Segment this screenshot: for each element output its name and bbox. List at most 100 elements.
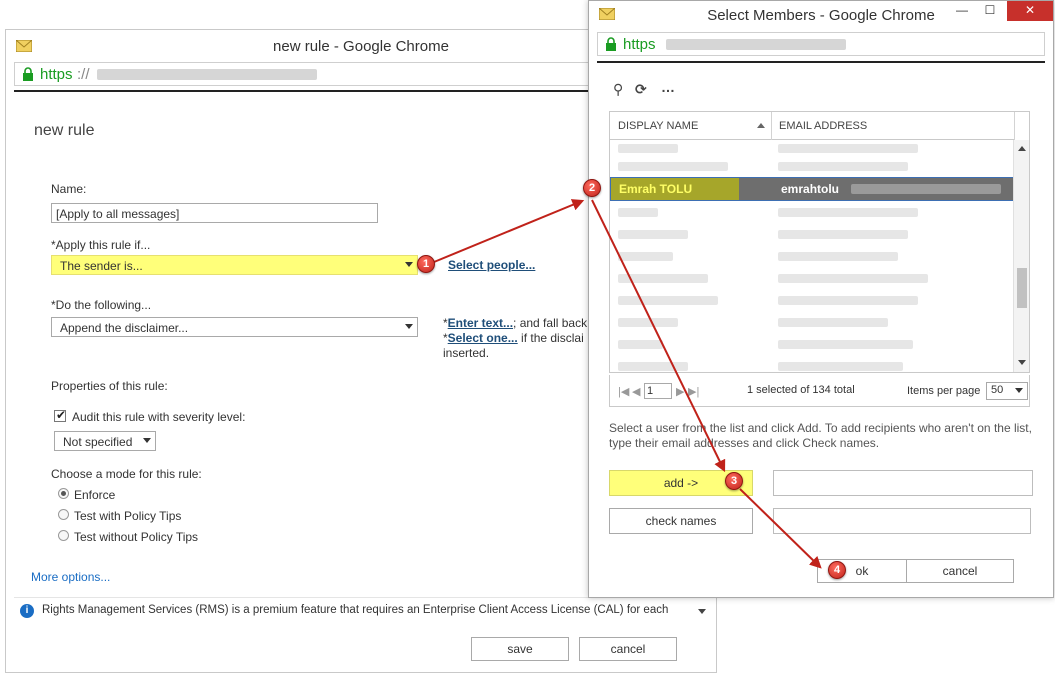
chevron-down-icon bbox=[1015, 388, 1023, 393]
step-marker-3: 3 bbox=[725, 472, 743, 490]
last-page-icon[interactable]: ▶| bbox=[688, 385, 699, 398]
table-row[interactable] bbox=[610, 202, 1015, 224]
name-label: Name: bbox=[51, 182, 87, 196]
cancel-button[interactable]: cancel bbox=[906, 559, 1014, 583]
selection-status: 1 selected of 134 total bbox=[747, 384, 855, 396]
apply-rule-value: The sender is... bbox=[60, 259, 143, 273]
grid-header: DISPLAY NAME EMAIL ADDRESS bbox=[610, 112, 1015, 140]
email-address-input[interactable] bbox=[773, 508, 1031, 534]
items-per-page-label: Items per page bbox=[907, 385, 981, 397]
mode-label: Choose a mode for this rule: bbox=[51, 467, 202, 481]
severity-dropdown[interactable]: Not specified bbox=[54, 431, 156, 451]
scroll-up-icon[interactable] bbox=[1018, 146, 1026, 151]
table-row[interactable] bbox=[610, 246, 1015, 268]
checkmark-icon: ✔ bbox=[56, 408, 67, 422]
select-members-content: ⚲ ⟳ … DISPLAY NAME EMAIL ADDRESS Emrah T… bbox=[597, 61, 1045, 591]
rms-notice-text: Rights Management Services (RMS) is a pr… bbox=[42, 604, 669, 616]
mode-enforce-radio[interactable] bbox=[58, 488, 69, 499]
items-per-page-dropdown[interactable]: 50 bbox=[986, 382, 1028, 400]
grid-scrollbar[interactable] bbox=[1013, 140, 1029, 372]
page-number-input[interactable]: 1 bbox=[644, 383, 672, 399]
table-row[interactable] bbox=[610, 312, 1015, 334]
mode-enforce-label: Enforce bbox=[74, 488, 116, 502]
step-marker-1: 1 bbox=[417, 255, 435, 273]
minimize-icon[interactable]: — bbox=[952, 1, 972, 21]
apply-rule-dropdown[interactable]: The sender is... bbox=[51, 255, 418, 275]
select-people-link[interactable]: Select people... bbox=[448, 258, 535, 272]
mode-test-without-tips-radio[interactable] bbox=[58, 530, 69, 541]
chevron-down-icon bbox=[143, 438, 151, 443]
scroll-down-icon[interactable] bbox=[1018, 360, 1026, 365]
sort-ascending-icon[interactable] bbox=[757, 123, 765, 128]
more-options-link[interactable]: More options... bbox=[31, 570, 110, 584]
email-blurred bbox=[851, 184, 1001, 194]
rms-notice-bar: i Rights Management Services (RMS) is a … bbox=[14, 597, 710, 623]
scrollbar-thumb[interactable] bbox=[1017, 268, 1027, 308]
refresh-icon[interactable]: ⟳ bbox=[635, 81, 647, 98]
column-email-address[interactable]: EMAIL ADDRESS bbox=[779, 120, 867, 132]
do-following-label: *Do the following... bbox=[51, 298, 152, 312]
address-separator: :// bbox=[77, 66, 90, 83]
column-display-name[interactable]: DISPLAY NAME bbox=[618, 120, 698, 132]
selected-member-name: Emrah TOLU bbox=[619, 182, 693, 196]
chevron-down-icon[interactable] bbox=[698, 609, 706, 614]
select-one-suffix: if the disclai bbox=[517, 331, 584, 345]
address-scheme: https bbox=[40, 66, 73, 83]
instructions-text: Select a user from the list and click Ad… bbox=[609, 421, 1032, 450]
lock-icon bbox=[23, 67, 33, 81]
next-page-icon[interactable]: ▶ bbox=[676, 385, 684, 398]
members-grid: DISPLAY NAME EMAIL ADDRESS Emrah TOLU em… bbox=[609, 111, 1030, 373]
table-row[interactable] bbox=[610, 334, 1015, 356]
selected-member-email: emrahtolu bbox=[781, 182, 840, 196]
mode-test-without-tips-label: Test without Policy Tips bbox=[74, 530, 199, 544]
info-icon: i bbox=[20, 604, 34, 618]
enter-text-link[interactable]: Enter text... bbox=[448, 316, 513, 330]
chevron-down-icon bbox=[405, 262, 413, 267]
table-row[interactable] bbox=[610, 290, 1015, 312]
address-blurred bbox=[97, 69, 317, 80]
mode-test-with-tips-label: Test with Policy Tips bbox=[74, 509, 182, 523]
inserted-text: inserted. bbox=[443, 346, 490, 360]
column-divider bbox=[771, 112, 772, 140]
do-following-value: Append the disclaimer... bbox=[60, 321, 189, 335]
apply-rule-label: *Apply this rule if... bbox=[51, 238, 151, 252]
column-divider bbox=[1014, 112, 1015, 140]
audit-label: Audit this rule with severity level: bbox=[72, 410, 246, 424]
table-row[interactable] bbox=[610, 224, 1015, 246]
chevron-down-icon bbox=[405, 324, 413, 329]
address-bar[interactable]: https bbox=[597, 32, 1045, 56]
address-blurred bbox=[666, 39, 846, 50]
enter-text-suffix: ; and fall back bbox=[513, 316, 588, 330]
severity-value: Not specified bbox=[63, 435, 133, 449]
maximize-icon[interactable]: ☐ bbox=[979, 1, 1001, 21]
lock-icon bbox=[606, 37, 616, 51]
more-icon[interactable]: … bbox=[661, 79, 675, 95]
cancel-button[interactable]: cancel bbox=[579, 637, 677, 661]
select-members-titlebar: Select Members - Google Chrome — ☐ ✕ bbox=[589, 1, 1053, 31]
select-members-window: Select Members - Google Chrome — ☐ ✕ htt… bbox=[588, 0, 1054, 598]
close-icon[interactable]: ✕ bbox=[1007, 1, 1053, 21]
page-title: new rule bbox=[34, 122, 95, 139]
select-one-line: *Select one... if the disclai bbox=[443, 331, 584, 345]
audit-checkbox[interactable]: ✔ bbox=[54, 408, 67, 422]
name-input[interactable]: [Apply to all messages] bbox=[51, 203, 378, 223]
items-per-page-value: 50 bbox=[991, 384, 1004, 396]
address-scheme: https bbox=[623, 36, 656, 53]
table-row[interactable] bbox=[610, 356, 1015, 372]
first-page-icon[interactable]: |◀ bbox=[618, 385, 629, 398]
step-marker-2: 2 bbox=[583, 179, 601, 197]
step-marker-4: 4 bbox=[828, 561, 846, 579]
grid-pager: |◀ ◀ 1 ▶ ▶| 1 selected of 134 total Item… bbox=[609, 375, 1030, 407]
properties-label: Properties of this rule: bbox=[51, 379, 168, 393]
prev-page-icon[interactable]: ◀ bbox=[632, 385, 640, 398]
table-row[interactable] bbox=[610, 156, 1015, 178]
save-button[interactable]: save bbox=[471, 637, 569, 661]
table-row[interactable] bbox=[610, 268, 1015, 290]
mode-test-with-tips-radio[interactable] bbox=[58, 509, 69, 520]
select-one-link[interactable]: Select one... bbox=[448, 331, 518, 345]
selected-member-row[interactable]: Emrah TOLU emrahtolu bbox=[610, 177, 1015, 201]
do-following-dropdown[interactable]: Append the disclaimer... bbox=[51, 317, 418, 337]
check-names-button[interactable]: check names bbox=[609, 508, 753, 534]
search-icon[interactable]: ⚲ bbox=[613, 81, 623, 98]
recipients-added-box[interactable] bbox=[773, 470, 1033, 496]
